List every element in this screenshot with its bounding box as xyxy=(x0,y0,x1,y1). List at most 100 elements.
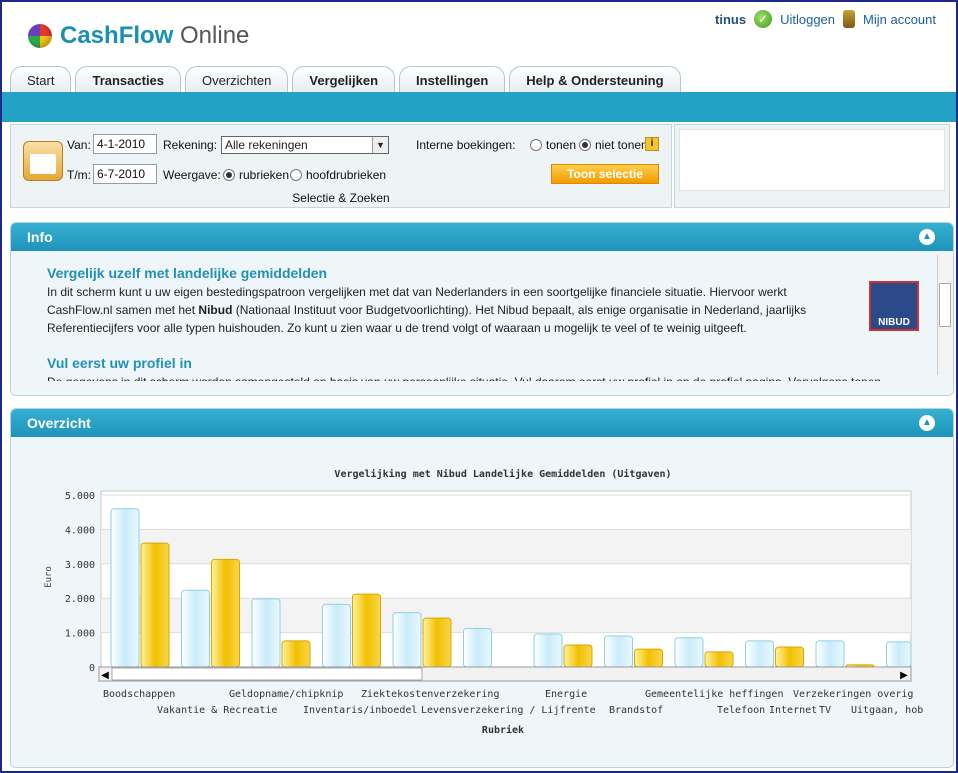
bar-gemeentelijke-heffingen-nibud xyxy=(704,651,734,668)
x-tick-label: Internet xyxy=(769,705,817,716)
y-axis-label: Euro xyxy=(44,566,54,588)
bar-vakantie-recreatie-nibud xyxy=(211,558,240,668)
bar-gemeentelijke-heffingen-own xyxy=(674,637,704,668)
info-panel: Info ▲ Vergelijk uzelf met landelijke gem… xyxy=(10,222,954,396)
filter-panel: Van: T/m: Rekening: Alle rekeningen ▼ Wee… xyxy=(10,124,672,208)
bar-levensverzekering-lijfrente-own xyxy=(463,627,492,668)
comparison-chart: Vergelijking met Nibud Landelijke Gemidd… xyxy=(44,468,923,736)
y-tick-label: 4.000 xyxy=(65,525,95,536)
rekening-select[interactable]: Alle rekeningen ▼ xyxy=(221,136,389,154)
overzicht-panel-title: Overzicht xyxy=(27,415,91,431)
hoofdrubrieken-label: hoofdrubrieken xyxy=(306,168,387,182)
x-tick-label: Ziektekostenverzekering xyxy=(361,689,499,700)
logo-text-bold: CashFlow xyxy=(60,22,174,49)
x-tick-label: Inventaris/inboedel xyxy=(303,705,417,716)
y-tick-label: 0 xyxy=(89,663,95,674)
logo-ball-icon xyxy=(28,24,52,48)
nibud-logo: NIBUD xyxy=(869,281,919,331)
radio-tonen[interactable] xyxy=(530,139,542,151)
radio-niet-tonen[interactable] xyxy=(579,139,591,151)
bar-brandstof-nibud xyxy=(634,648,663,668)
x-tick-label: Verzekeringen overig xyxy=(793,689,913,700)
logout-link[interactable]: Uitloggen xyxy=(780,12,835,27)
info-heading-1: Vergelijk uzelf met landelijke gemiddeld… xyxy=(47,265,328,281)
y-tick-label: 3.000 xyxy=(65,560,95,571)
tab-overzichten[interactable]: Overzichten xyxy=(185,66,289,94)
rekening-value: Alle rekeningen xyxy=(225,138,308,152)
info-heading-2: Vul eerst uw profiel in xyxy=(47,355,192,371)
bar-internet-own xyxy=(815,640,845,668)
y-tick-label: 2.000 xyxy=(65,594,95,605)
rubrieken-label: rubrieken xyxy=(239,168,290,182)
x-tick-label: Boodschappen xyxy=(103,689,175,700)
info-icon[interactable]: i xyxy=(645,137,659,151)
chart-h-scrollbar[interactable]: ◀ ▶ xyxy=(98,666,912,682)
calendar-icon xyxy=(23,141,63,181)
tab-start[interactable]: Start xyxy=(10,66,72,94)
collapse-icon[interactable]: ▲ xyxy=(919,415,935,431)
bar-geldopname-chipknip-nibud xyxy=(281,640,311,668)
tab-vergelijken[interactable]: Vergelijken xyxy=(292,66,396,94)
dropdown-arrow-icon[interactable]: ▼ xyxy=(372,137,388,153)
bar-inventaris-inboedel-own xyxy=(322,603,351,668)
x-tick-label: Gemeentelijke heffingen xyxy=(645,689,783,700)
x-tick-label: Energie xyxy=(545,689,587,700)
bar-boodschappen-own xyxy=(110,508,140,668)
bar-ziektekostenverzekering-own xyxy=(392,612,422,668)
x-tick-label: Telefoon xyxy=(717,705,765,716)
interne-label: Interne boekingen: xyxy=(416,138,516,152)
bar-ziektekostenverzekering-nibud xyxy=(422,617,452,668)
overzicht-panel: Overzicht ▲ Vergelijking met Nibud Landel… xyxy=(10,408,954,768)
chart-title: Vergelijking met Nibud Landelijke Gemidd… xyxy=(334,468,671,480)
bar-geldopname-chipknip-own xyxy=(251,598,281,668)
van-label: Van: xyxy=(67,138,91,152)
info-scrollbar[interactable] xyxy=(937,255,951,375)
lock-icon xyxy=(843,10,856,28)
collapse-icon[interactable]: ▲ xyxy=(919,229,935,245)
x-tick-label: Vakantie & Recreatie xyxy=(157,705,277,716)
check-icon: ✓ xyxy=(754,10,773,28)
logo-text-rest: Online xyxy=(173,22,250,49)
x-tick-label: Uitgaan, hob xyxy=(851,705,923,716)
van-date-input[interactable] xyxy=(93,134,157,154)
cashflow-logo[interactable]: CashFlow Online xyxy=(28,22,249,50)
bar-telefoon-nibud xyxy=(775,646,804,668)
bar-inventaris-inboedel-nibud xyxy=(352,593,381,668)
x-tick-label: Levensverzekering / Lijfrente xyxy=(421,705,596,716)
bar-energie-nibud xyxy=(563,644,593,668)
userbar: tinus ✓ Uitloggen Mijn account xyxy=(715,10,936,28)
right-filter-panel xyxy=(674,124,950,208)
tab-transacties[interactable]: Transacties xyxy=(75,66,182,94)
niet-tonen-label: niet tonen xyxy=(595,138,648,152)
tab-help[interactable]: Help & Ondersteuning xyxy=(509,66,681,94)
main-tabs: Start Transacties Overzichten Vergelijke… xyxy=(10,66,681,94)
bar-boodschappen-nibud xyxy=(140,542,170,668)
weergave-label: Weergave: xyxy=(163,168,221,182)
y-tick-label: 5.000 xyxy=(65,491,95,502)
tm-label: T/m: xyxy=(67,168,91,182)
x-tick-label: Geldopname/chipknip xyxy=(229,689,343,700)
scroll-right-icon[interactable]: ▶ xyxy=(900,670,908,681)
rekening-label: Rekening: xyxy=(163,138,218,152)
bar-tv-own xyxy=(886,641,912,668)
toon-selectie-button[interactable]: Toon selectie xyxy=(551,164,659,184)
tm-date-input[interactable] xyxy=(93,164,157,184)
x-tick-label: Brandstof xyxy=(609,705,663,716)
header: CashFlow Online tinus ✓ Uitloggen Mijn a… xyxy=(2,2,956,94)
account-link[interactable]: Mijn account xyxy=(863,12,936,27)
scroll-thumb[interactable] xyxy=(111,667,423,681)
tab-instellingen[interactable]: Instellingen xyxy=(399,66,506,94)
x-tick-label: TV xyxy=(819,705,831,716)
info-panel-title: Info xyxy=(27,229,53,245)
bar-telefoon-own xyxy=(745,640,774,668)
info-paragraph-2: De gegevens in dit scherm worden samenge… xyxy=(47,373,913,381)
y-tick-label: 1.000 xyxy=(65,629,95,640)
radio-hoofdrubrieken[interactable] xyxy=(290,169,302,181)
bar-vakantie-recreatie-own xyxy=(181,589,210,668)
username: tinus xyxy=(715,11,747,27)
radio-rubrieken[interactable] xyxy=(223,169,235,181)
filter-caption: Selectie & Zoeken xyxy=(292,191,390,205)
bar-energie-own xyxy=(533,633,563,668)
bar-brandstof-own xyxy=(604,635,633,668)
scroll-left-icon[interactable]: ◀ xyxy=(101,670,109,681)
